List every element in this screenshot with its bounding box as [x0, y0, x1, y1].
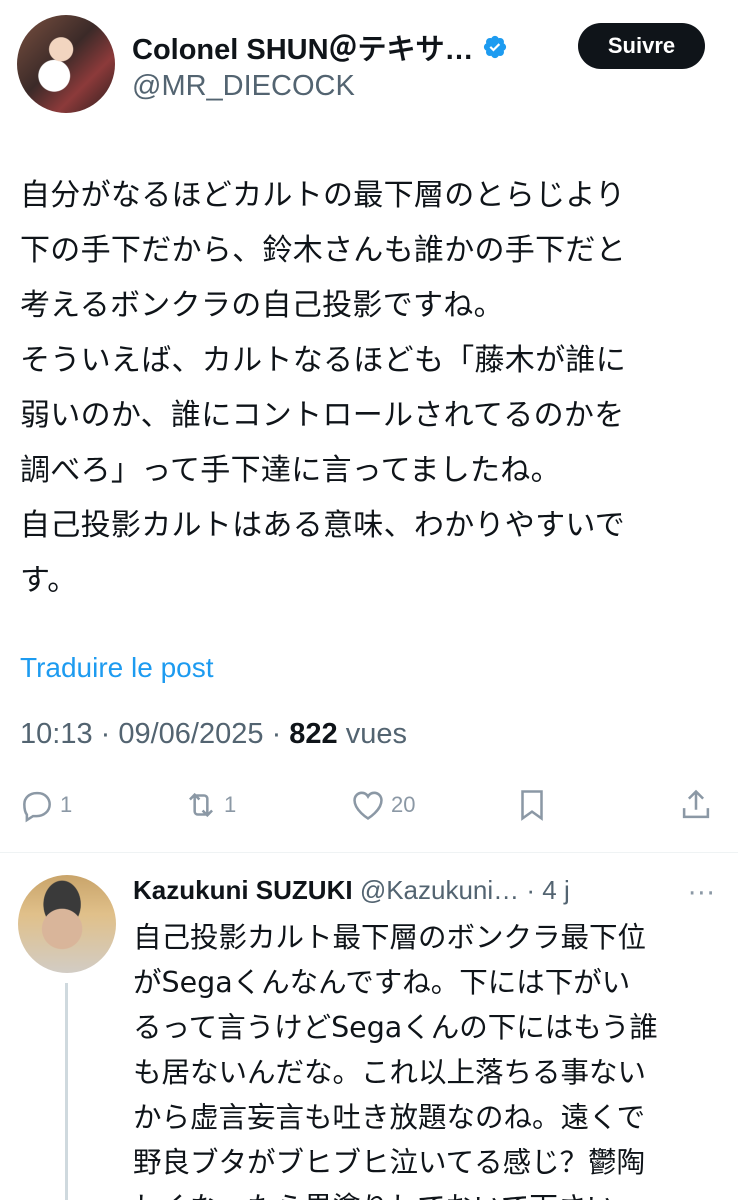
verified-badge-icon: [483, 35, 506, 59]
post-text-line: 考えるボンクラの自己投影ですね。: [20, 288, 504, 323]
reply-icon: [23, 791, 51, 823]
reply-text-line: から虚言妄言も吐き放題なのね。遠くで: [133, 1101, 646, 1134]
reply-author-name[interactable]: Kazukuni SUZUKI: [133, 875, 353, 905]
like-button[interactable]: 20: [349, 786, 415, 824]
bookmark-icon: [521, 790, 543, 821]
bookmark-button[interactable]: [513, 786, 551, 824]
author-display-name[interactable]: Colonel SHUN＠テキサ…: [132, 26, 474, 68]
reply-button[interactable]: 1: [18, 786, 72, 824]
action-bar: 1 1 20: [0, 786, 738, 836]
reply-author-avatar[interactable]: [18, 875, 116, 973]
translate-post-link[interactable]: Traduire le post: [20, 652, 214, 684]
follow-button[interactable]: Suivre: [578, 23, 705, 69]
reply-text-line: 野良ブタがブヒブヒ泣いてる感じ？鬱陶: [133, 1146, 646, 1179]
reply-item[interactable]: Kazukuni SUZUKI @Kazukuni… · 4 j ··· 自己投…: [0, 853, 738, 1200]
repost-button[interactable]: 1: [182, 786, 236, 824]
reply-text-line: しくなったら黒塗りしておいて下さい。: [133, 1185, 733, 1200]
author-name-row[interactable]: Colonel SHUN＠テキサ…: [132, 26, 508, 68]
meta-separator: ·: [271, 718, 290, 750]
repost-icon: [189, 792, 213, 818]
reply-text-line: も居ないんだな。これ以上落ちる事ない: [133, 1056, 647, 1089]
post-body: 自分がなるほどカルトの最下層のとらじより 下の手下だから、鈴木さんも誰かの手下だ…: [20, 168, 720, 608]
post-text-line: 調べろ」って手下達に言ってましたね。: [20, 453, 561, 488]
post-date[interactable]: 09/06/2025: [118, 718, 263, 750]
heart-icon: [353, 791, 383, 820]
reply-header: Kazukuni SUZUKI @Kazukuni… · 4 j: [133, 875, 570, 906]
author-avatar[interactable]: [17, 15, 115, 113]
reply-age[interactable]: · 4 j: [526, 875, 569, 905]
reply-count: 1: [60, 792, 73, 817]
reply-body: 自己投影カルト最下層のボンクラ最下位 がSegaくんなんですね。下には下がい る…: [133, 915, 733, 1200]
post-text-line: 自分がなるほどカルトの最下層のとらじより: [20, 178, 626, 213]
share-icon: [682, 789, 710, 819]
reply-text-line: がSegaくんなんですね。下には下がい: [133, 966, 631, 999]
reply-text-line: 自己投影カルト最下層のボンクラ最下位: [133, 921, 647, 954]
post-text-line: そういえば、カルトなるほども「藤木が誰に: [20, 343, 626, 378]
author-handle[interactable]: @MR_DIECOCK: [132, 70, 355, 103]
post-time[interactable]: 10:13: [20, 718, 93, 750]
reply-author-handle[interactable]: @Kazukuni…: [360, 875, 519, 905]
thread-line: [65, 983, 68, 1200]
more-dots-icon[interactable]: ···: [688, 879, 716, 909]
like-count: 20: [391, 792, 416, 817]
post-text-line: 下の手下だから、鈴木さんも誰かの手下だと: [20, 233, 626, 268]
post-header: Colonel SHUN＠テキサ… @MR_DIECOCK Suivre: [0, 0, 738, 120]
reply-text-line: るって言うけどSegaくんの下にはもう誰: [133, 1011, 658, 1044]
share-button[interactable]: [677, 786, 715, 824]
post-text-line: 自己投影カルトはある意味、わかりやすいで: [20, 508, 626, 543]
repost-count: 1: [224, 792, 237, 817]
meta-separator: ·: [100, 718, 119, 750]
post-meta: 10:13 · 09/06/2025 · 822 vues: [20, 718, 407, 751]
post-text-line: す。: [20, 563, 78, 598]
views-label: vues: [345, 718, 408, 750]
views-count: 822: [289, 718, 338, 750]
post-text-line: 弱いのか、誰にコントロールされてるのかを: [20, 398, 625, 433]
